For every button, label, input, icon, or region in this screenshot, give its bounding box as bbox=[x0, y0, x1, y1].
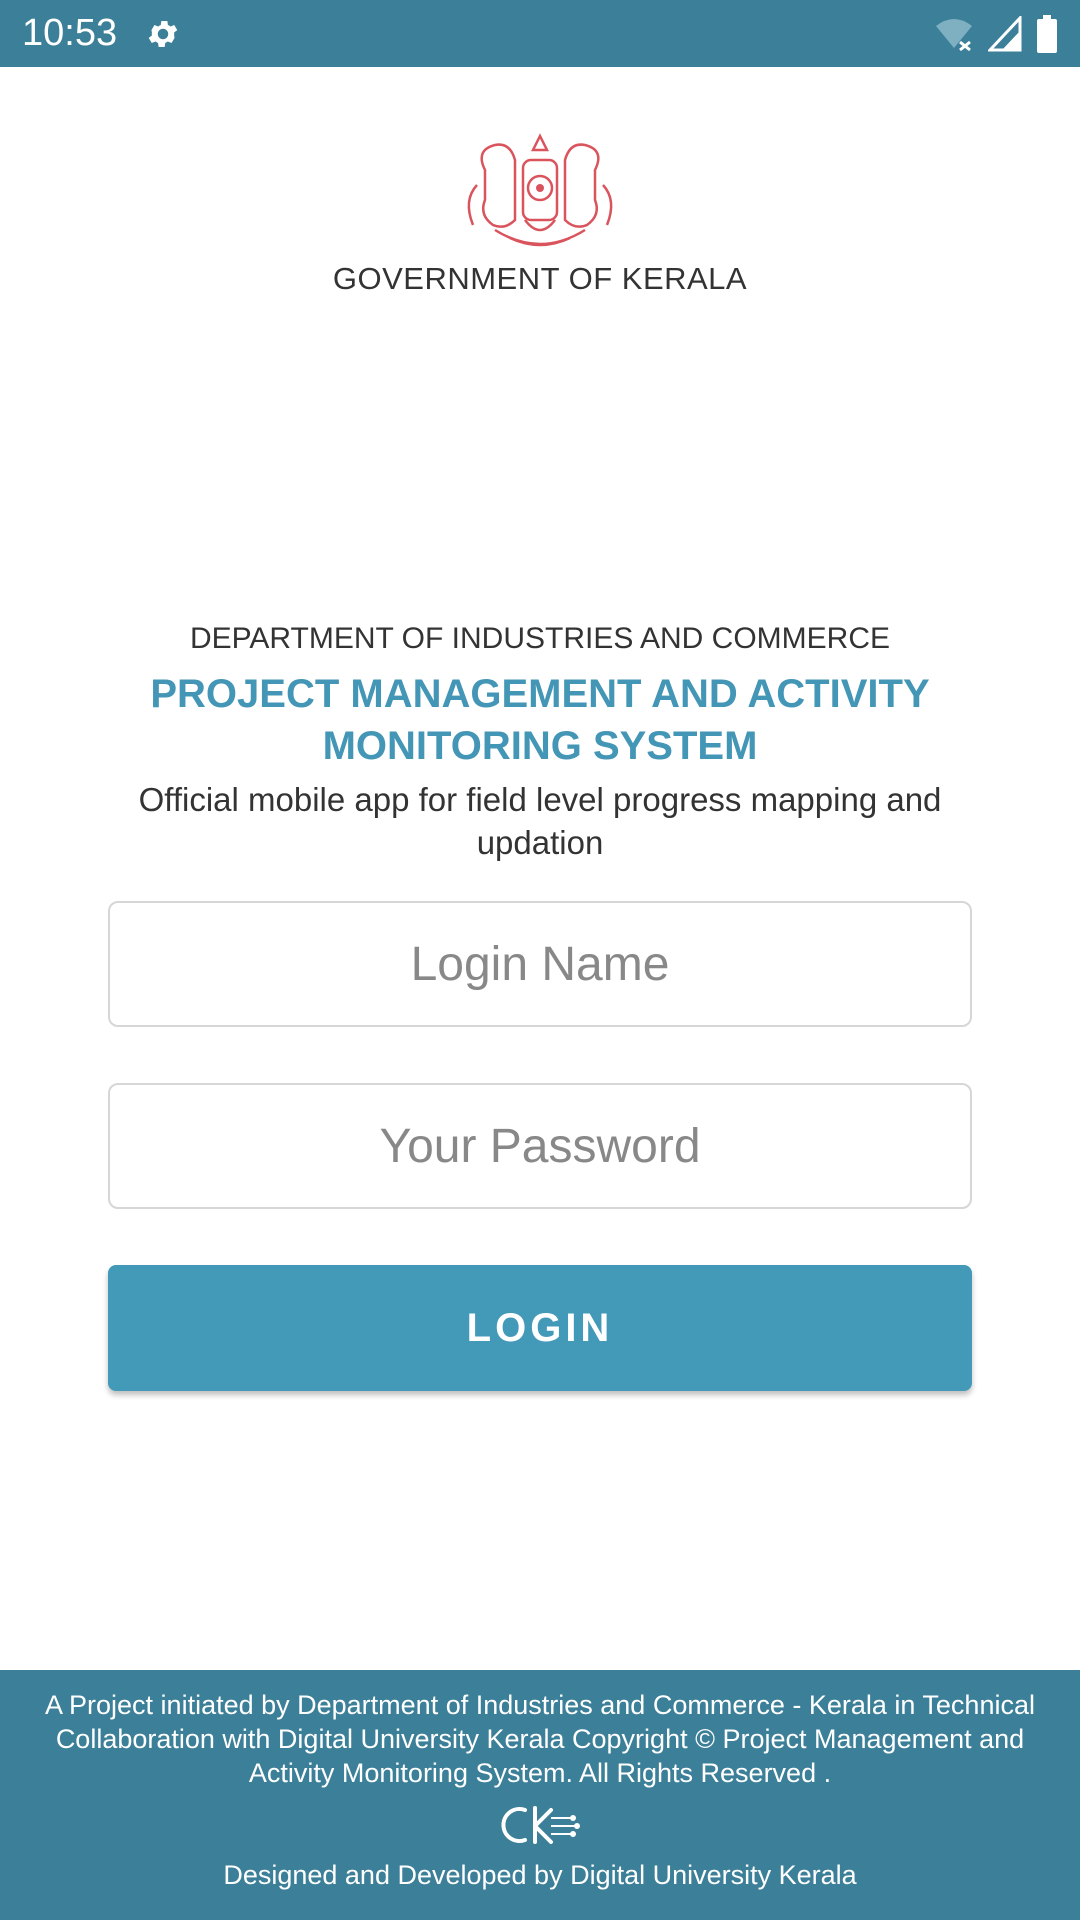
kerala-emblem bbox=[467, 133, 613, 247]
status-icons bbox=[934, 14, 1058, 53]
footer-text: A Project initiated by Department of Ind… bbox=[45, 1690, 1035, 1788]
signal-icon bbox=[988, 15, 1022, 52]
app-title: PROJECT MANAGEMENT AND ACTIVITY MONITORI… bbox=[150, 672, 930, 768]
status-bar: 10:53 bbox=[0, 0, 1080, 67]
gear-icon bbox=[145, 16, 181, 52]
password-field bbox=[108, 1083, 972, 1209]
login-name-field bbox=[108, 901, 972, 1027]
footer: A Project initiated by Department of Ind… bbox=[0, 1670, 1080, 1920]
government-title: GOVERNMENT OF KERALA bbox=[332, 261, 748, 296]
department-name: DEPARTMENT OF INDUSTRIES AND COMMERCE bbox=[189, 622, 891, 655]
footer-credit: Designed and Developed by Digital Univer… bbox=[223, 1860, 857, 1890]
battery-icon bbox=[1036, 14, 1058, 53]
app-subtitle: Official mobile app for field level prog… bbox=[138, 781, 942, 861]
login-name-input[interactable] bbox=[110, 903, 970, 1025]
login-button[interactable]: LOGIN bbox=[108, 1265, 972, 1391]
wifi-off-icon bbox=[934, 16, 974, 52]
password-input[interactable] bbox=[110, 1085, 970, 1207]
status-time: 10:53 bbox=[22, 12, 118, 54]
digital-university-logo bbox=[501, 1806, 580, 1844]
header: GOVERNMENT OF KERALA bbox=[0, 130, 1080, 297]
